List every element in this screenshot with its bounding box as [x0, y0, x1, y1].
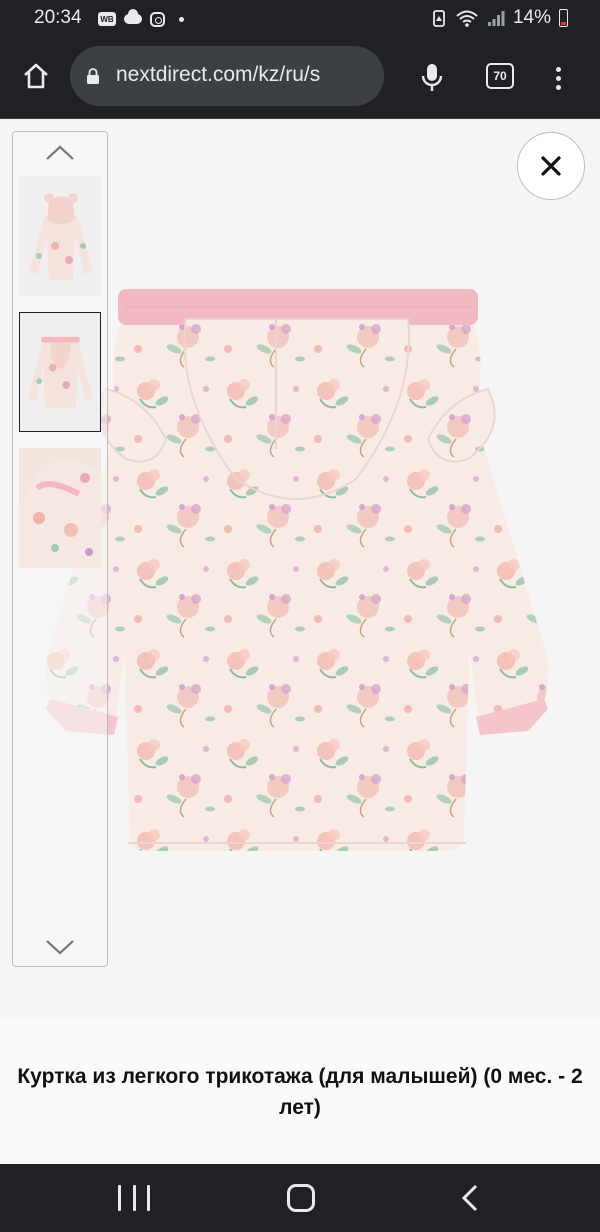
close-button[interactable]: [517, 132, 585, 200]
address-bar[interactable]: nextdirect.com/kz/ru/s: [70, 46, 384, 106]
wb-icon: WB: [98, 12, 116, 26]
product-image[interactable]: [36, 279, 556, 859]
more-vert-icon[interactable]: [548, 60, 568, 96]
wifi-icon: [456, 10, 478, 27]
recent-apps-icon[interactable]: [118, 1185, 150, 1211]
tabs-button[interactable]: 70: [486, 63, 514, 89]
status-time: 20:34: [34, 7, 82, 28]
thumbnail-back[interactable]: [19, 312, 101, 432]
signal-icon: [487, 11, 505, 26]
browser-toolbar: nextdirect.com/kz/ru/s 70: [0, 38, 600, 119]
close-icon: [541, 156, 561, 176]
microphone-icon: [421, 64, 443, 91]
thumbnail-scroll-up[interactable]: [42, 142, 78, 164]
thumbnail-front[interactable]: [19, 176, 101, 296]
home-circle-icon[interactable]: [287, 1184, 315, 1212]
thumbnail-scroll-down[interactable]: [42, 936, 78, 958]
url-text: nextdirect.com/kz/ru/s: [116, 63, 321, 86]
thumbnail-image: [19, 448, 101, 568]
dot-icon: [179, 16, 184, 22]
thumbnail-strip: [12, 131, 108, 967]
tab-count: 70: [493, 69, 507, 83]
back-icon[interactable]: [458, 1182, 484, 1214]
home-button[interactable]: [18, 58, 54, 94]
product-title: Куртка из легкого трикотажа (для малышей…: [17, 1065, 583, 1119]
chevron-down-icon: [46, 940, 74, 955]
product-gallery: [0, 119, 600, 1017]
lock-icon: [87, 68, 99, 84]
product-info: Куртка из легкого трикотажа (для малышей…: [0, 1017, 600, 1164]
recycle-icon: [433, 10, 445, 27]
instagram-icon: [150, 11, 165, 27]
thumbnail-image: [19, 176, 101, 296]
system-icons: 14%: [431, 7, 568, 29]
system-navigation-bar: [0, 1164, 600, 1232]
battery-icon: [559, 9, 568, 27]
voice-search-button[interactable]: [414, 58, 450, 98]
cloud-icon: [124, 9, 142, 24]
battery-percent: 14%: [512, 7, 551, 28]
thumbnail-detail[interactable]: [19, 448, 101, 568]
home-icon: [24, 63, 48, 89]
chevron-up-icon: [46, 145, 74, 160]
status-bar: 20:34 WB 14%: [0, 0, 600, 38]
notification-icons: WB: [98, 9, 184, 29]
thumbnail-image: [20, 313, 99, 430]
